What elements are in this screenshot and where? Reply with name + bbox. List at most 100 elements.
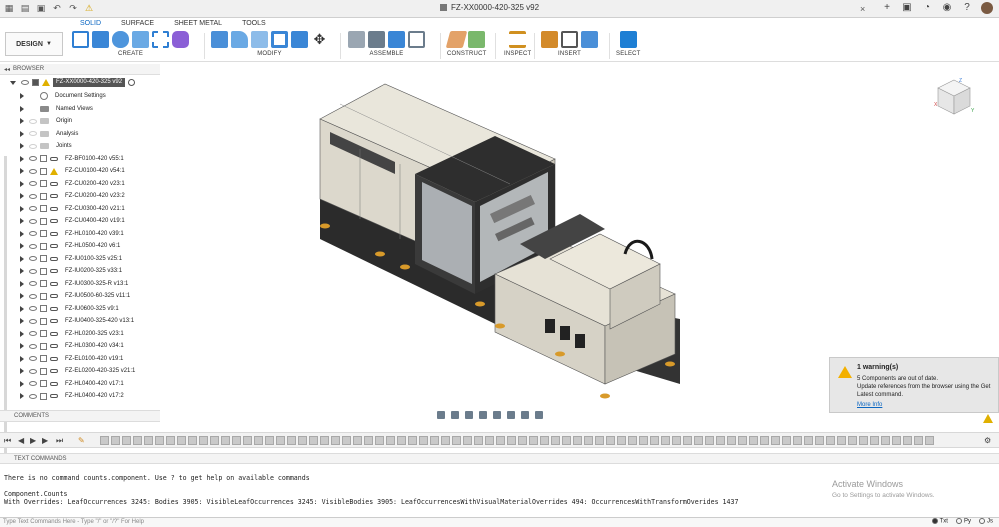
timeline-feature-icon[interactable] <box>683 436 692 445</box>
workspace-switcher-button[interactable]: DESIGN ▼ <box>5 32 63 56</box>
browser-tree-item[interactable]: FZ-CU0300-420 v21:1 <box>20 203 125 215</box>
browser-tree-item[interactable]: Origin <box>20 115 72 127</box>
new-tab-icon[interactable]: + <box>881 2 893 14</box>
activate-radio-icon[interactable] <box>128 79 136 86</box>
form-icon[interactable] <box>172 31 189 48</box>
timeline-feature-icon[interactable] <box>331 436 340 445</box>
visibility-eye-icon[interactable] <box>29 331 37 336</box>
timeline-feature-icon[interactable] <box>177 436 186 445</box>
timeline-feature-icon[interactable] <box>518 436 527 445</box>
timeline-feature-icon[interactable] <box>111 436 120 445</box>
command-input[interactable]: Type Text Commands Here - Type "/" or "/… <box>3 519 144 525</box>
extensions-icon[interactable]: ▣ <box>901 2 913 14</box>
browser-tree-item[interactable]: FZ-EL0200-420-325 v21:1 <box>20 365 135 377</box>
visibility-eye-icon[interactable] <box>29 356 37 361</box>
expand-icon[interactable] <box>20 130 24 137</box>
timeline-feature-icon[interactable] <box>452 436 461 445</box>
timeline-feature-icon[interactable] <box>342 436 351 445</box>
expand-icon[interactable] <box>20 318 24 324</box>
timeline-feature-icon[interactable] <box>859 436 868 445</box>
browser-tree-item[interactable]: FZ-CU0200-420 v23:2 <box>20 190 125 202</box>
timeline-feature-icon[interactable] <box>716 436 725 445</box>
browser-tree-item[interactable]: FZ-CU0100-420 v54:1 <box>20 165 125 177</box>
timeline-feature-icon[interactable] <box>243 436 252 445</box>
grid-settings-icon[interactable] <box>521 411 529 419</box>
timeline-feature-icon[interactable] <box>397 436 406 445</box>
orbit-icon[interactable] <box>437 411 445 419</box>
select-group-label[interactable]: SELECT <box>616 51 641 57</box>
timeline-feature-icon[interactable] <box>826 436 835 445</box>
insert-group-label[interactable]: INSERT <box>558 51 581 57</box>
redo-icon[interactable]: ↷ <box>68 3 78 14</box>
timeline-feature-icon[interactable] <box>188 436 197 445</box>
expand-icon[interactable] <box>20 155 24 162</box>
warning-icon[interactable]: ⚠ <box>84 3 94 14</box>
timeline-feature-icon[interactable] <box>672 436 681 445</box>
expand-icon[interactable] <box>20 243 24 249</box>
expand-icon[interactable] <box>20 343 24 349</box>
go-to-end-icon[interactable]: ⏭ <box>56 436 63 446</box>
step-back-icon[interactable]: ◀ <box>18 436 24 445</box>
browser-root[interactable]: FZ-XX0000-420-325 v92 <box>10 78 136 87</box>
expand-icon[interactable] <box>20 330 24 337</box>
display-settings-icon[interactable] <box>507 411 515 419</box>
browser-tree-item[interactable]: FZ-IU0400-325-420 v13:1 <box>20 315 134 327</box>
as-built-joint-icon[interactable] <box>388 31 405 48</box>
offset-plane-icon[interactable] <box>445 31 468 48</box>
timeline-feature-icon[interactable] <box>804 436 813 445</box>
browser-tree-item[interactable]: FZ-HL0300-420 v34:1 <box>20 340 124 352</box>
timeline-feature-icon[interactable] <box>617 436 626 445</box>
expand-icon[interactable] <box>20 105 24 112</box>
more-info-link[interactable]: More Info <box>857 402 882 408</box>
inspect-group-label[interactable]: INSPECT <box>504 51 531 57</box>
visibility-eye-icon[interactable] <box>29 131 37 136</box>
measure-icon[interactable] <box>509 31 527 48</box>
timeline-feature-icon[interactable] <box>529 436 538 445</box>
avatar[interactable] <box>981 2 993 14</box>
expand-icon[interactable] <box>10 80 16 85</box>
extrude-icon[interactable] <box>92 31 109 48</box>
browser-tree-item[interactable]: FZ-HL0100-420 v39:1 <box>20 228 124 240</box>
notifications-icon[interactable]: ◉ <box>941 2 953 14</box>
expand-icon[interactable] <box>20 143 24 149</box>
look-at-icon[interactable] <box>451 411 459 419</box>
expand-icon[interactable] <box>20 93 24 99</box>
browser-tree-item[interactable]: FZ-HL0400-420 v17:1 <box>20 378 124 390</box>
move-icon[interactable]: ✥ <box>311 31 328 48</box>
timeline-feature-icon[interactable] <box>463 436 472 445</box>
visibility-eye-icon[interactable] <box>29 243 37 249</box>
timeline-feature-icon[interactable] <box>221 436 230 445</box>
midplane-icon[interactable] <box>468 31 486 48</box>
timeline-feature-icon[interactable] <box>650 436 659 445</box>
timeline-feature-icon[interactable] <box>166 436 175 445</box>
viewports-icon[interactable] <box>535 411 543 419</box>
expand-icon[interactable] <box>20 118 24 124</box>
press-pull-icon[interactable] <box>211 31 228 48</box>
timeline-feature-icon[interactable] <box>793 436 802 445</box>
timeline-feature-icon[interactable] <box>903 436 912 445</box>
timeline-feature-icon[interactable] <box>298 436 307 445</box>
timeline-feature-icon[interactable] <box>551 436 560 445</box>
timeline-feature-icon[interactable] <box>309 436 318 445</box>
timeline-feature-icon[interactable] <box>782 436 791 445</box>
expand-icon[interactable] <box>20 380 24 387</box>
mode-js[interactable]: Js <box>979 518 993 525</box>
timeline-feature-icon[interactable] <box>441 436 450 445</box>
timeline-feature-icon[interactable] <box>573 436 582 445</box>
timeline-feature-icon[interactable] <box>760 436 769 445</box>
timeline-feature-icon[interactable] <box>375 436 384 445</box>
save-icon[interactable]: ▣ <box>36 3 46 14</box>
visibility-eye-icon[interactable] <box>29 231 37 236</box>
timeline-feature-icon[interactable] <box>738 436 747 445</box>
browser-tree-item[interactable]: Document Settings <box>20 90 106 102</box>
canvas-icon[interactable] <box>581 31 598 48</box>
visibility-eye-icon[interactable] <box>29 318 37 324</box>
undo-icon[interactable]: ↶ <box>52 3 62 14</box>
timeline-feature-icon[interactable] <box>694 436 703 445</box>
timeline-feature-icon[interactable] <box>287 436 296 445</box>
visibility-eye-icon[interactable] <box>29 181 37 186</box>
timeline-feature-icon[interactable] <box>199 436 208 445</box>
visibility-eye-icon[interactable] <box>29 168 37 174</box>
timeline-settings-icon[interactable]: ⚙ <box>984 436 991 445</box>
expand-icon[interactable] <box>20 180 24 187</box>
